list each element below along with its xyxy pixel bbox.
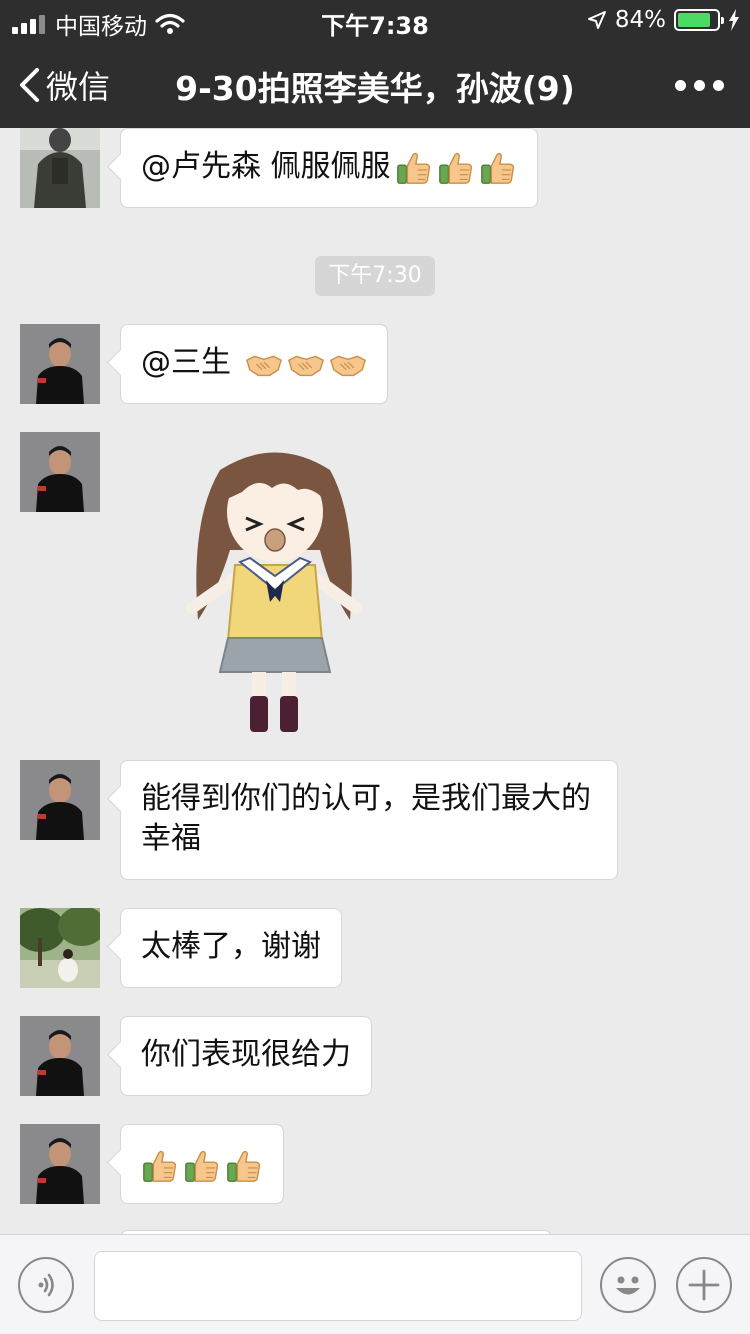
thumbs-up-icon [225, 1147, 263, 1185]
charging-icon [729, 9, 739, 31]
emoji-button[interactable] [600, 1257, 656, 1313]
chat-area[interactable]: @卢先森 佩服佩服 下午7:30 @三生 能得到你们的认可，是我们最大的幸福 太… [0, 128, 750, 1234]
voice-icon [38, 1273, 54, 1297]
thumbs-up-icon [395, 149, 433, 187]
message-bubble[interactable]: 你们表现很给力 [120, 1016, 372, 1096]
message-bubble[interactable]: @三生 [120, 324, 388, 404]
message-bubble[interactable]: 能得到你们的认可，是我们最大的幸福 [120, 760, 618, 880]
back-label: 微信 [46, 68, 111, 106]
soldier-avatar[interactable] [20, 128, 100, 208]
back-button[interactable]: 微信 [18, 62, 110, 108]
message-text: @三生 [141, 345, 241, 380]
thumbs-up-icon [479, 149, 517, 187]
thumbs-up-icon [437, 149, 475, 187]
message-text: 你们表现很给力 [141, 1037, 351, 1072]
battery-icon [674, 9, 724, 31]
more-functions-button[interactable] [676, 1257, 732, 1313]
message-bubble[interactable]: @卢先森 佩服佩服 [120, 128, 538, 208]
handshake-icon [245, 345, 283, 383]
nav-bar: 微信 9-30拍照李美华，孙波(9) [0, 40, 750, 128]
location-icon [587, 11, 606, 29]
voice-button[interactable] [18, 1257, 74, 1313]
timestamp-label: 下午7:30 [315, 256, 435, 296]
battery-fill [678, 13, 710, 27]
man-avatar[interactable] [20, 432, 100, 512]
status-right: 84% [587, 7, 740, 33]
handshake-icon [287, 345, 325, 383]
message-input[interactable] [94, 1251, 582, 1321]
chat-title: 9-30拍照李美华，孙波(9) [175, 69, 575, 108]
smiley-icon [616, 1276, 640, 1295]
outdoor-photo-avatar[interactable] [20, 908, 100, 988]
message-text: 能得到你们的认可，是我们最大的幸福 [141, 781, 591, 856]
anime-girl-sticker[interactable] [180, 440, 370, 740]
man-avatar[interactable] [20, 760, 100, 840]
man-avatar[interactable] [20, 1124, 100, 1204]
input-bar [0, 1234, 750, 1334]
message-text: 太棒了，谢谢 [141, 929, 321, 964]
thumbs-up-icon [183, 1147, 221, 1185]
man-avatar[interactable] [20, 1016, 100, 1096]
more-icon[interactable] [675, 80, 724, 91]
handshake-icon [329, 345, 367, 383]
battery-percent: 84% [614, 7, 666, 33]
message-bubble[interactable] [120, 1124, 284, 1204]
status-bar: 中国移动 下午7:38 84% [0, 0, 750, 40]
message-bubble[interactable]: 太棒了，谢谢 [120, 908, 342, 988]
chevron-left-icon [20, 68, 39, 102]
man-avatar[interactable] [20, 324, 100, 404]
thumbs-up-icon [141, 1147, 179, 1185]
header: 中国移动 下午7:38 84% 微信 9-30拍照李美华，孙波(9) [0, 0, 750, 128]
message-text: @卢先森 佩服佩服 [141, 149, 391, 184]
plus-icon [688, 1269, 720, 1301]
